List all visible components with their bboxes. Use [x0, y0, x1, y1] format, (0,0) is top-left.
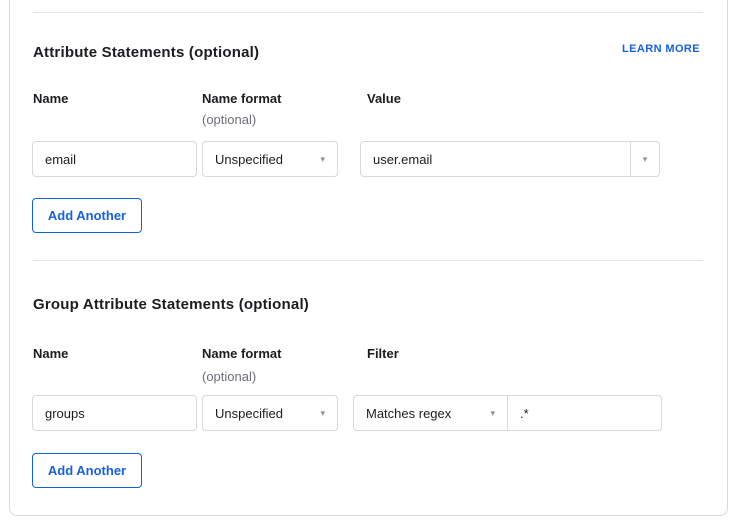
- saml-settings-screen: Attribute Statements (optional) LEARN MO…: [0, 0, 737, 530]
- group-name-format-select[interactable]: Unspecified ▾: [202, 395, 338, 431]
- chevron-down-icon: ▾: [320, 409, 325, 418]
- column-label-name: Name: [33, 91, 68, 106]
- section-divider: [33, 260, 703, 261]
- learn-more-link[interactable]: LEARN MORE: [622, 43, 700, 55]
- attribute-name-format-select[interactable]: Unspecified ▾: [202, 141, 338, 177]
- column-label-value: Value: [367, 91, 401, 106]
- settings-card: [9, 0, 728, 516]
- filter-operator-value: Matches regex: [366, 406, 451, 421]
- column-label-filter: Filter: [367, 346, 399, 361]
- chevron-down-icon: ▾: [320, 155, 325, 164]
- attribute-statements-title: Attribute Statements (optional): [33, 44, 259, 61]
- column-label-name-format: Name format: [202, 91, 281, 106]
- group-attribute-name-input[interactable]: [32, 395, 197, 431]
- attribute-value-dropdown-button[interactable]: ▾: [630, 142, 659, 176]
- chevron-down-icon: ▾: [643, 155, 648, 164]
- attribute-name-input[interactable]: [32, 141, 197, 177]
- filter-operator-select[interactable]: Matches regex ▾: [354, 396, 508, 430]
- attribute-value-input[interactable]: [361, 142, 630, 176]
- column-label-name: Name: [33, 346, 68, 361]
- filter-value-input[interactable]: [508, 396, 661, 430]
- add-another-attribute-button[interactable]: Add Another: [32, 198, 142, 233]
- group-filter-combo: Matches regex ▾: [353, 395, 662, 431]
- attribute-value-combo: ▾: [360, 141, 660, 177]
- column-label-name-format: Name format: [202, 346, 281, 361]
- add-another-group-attribute-button[interactable]: Add Another: [32, 453, 142, 488]
- attribute-name-format-value: Unspecified: [215, 152, 283, 167]
- section-divider: [33, 12, 703, 13]
- column-note-optional: (optional): [202, 112, 256, 127]
- group-attribute-statements-title: Group Attribute Statements (optional): [33, 296, 309, 313]
- group-name-format-value: Unspecified: [215, 406, 283, 421]
- column-note-optional: (optional): [202, 369, 256, 384]
- chevron-down-icon: ▾: [490, 409, 495, 418]
